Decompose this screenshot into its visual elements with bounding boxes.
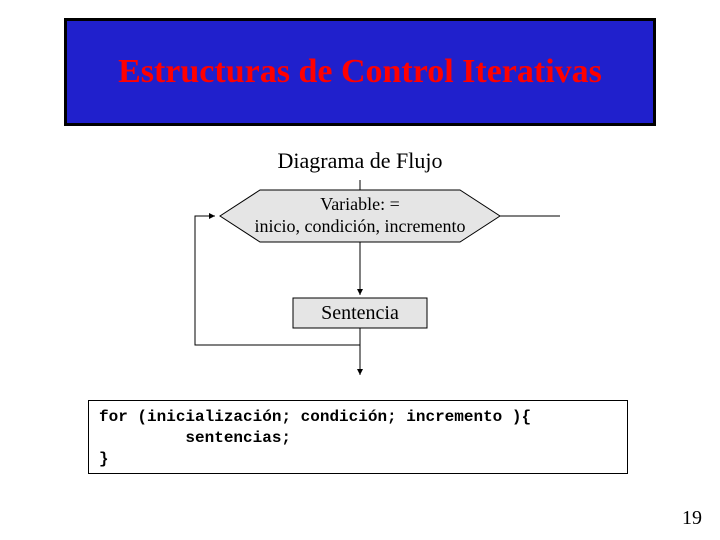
statement-text: Sentencia — [321, 302, 399, 324]
slide-title: Estructuras de Control Iterativas — [118, 52, 602, 91]
code-line3: } — [99, 450, 109, 468]
hex-line2: inicio, condición, incremento — [255, 216, 466, 236]
hex-line1: Variable: = — [320, 194, 400, 214]
subtitle: Diagrama de Flujo — [0, 148, 720, 174]
code-line1-rest: (inicialización; condición; incremento )… — [128, 408, 531, 426]
code-keyword: for — [99, 408, 128, 426]
flowchart: Variable: = inicio, condición, increment… — [0, 180, 720, 395]
title-banner: Estructuras de Control Iterativas — [64, 18, 656, 126]
flowchart-svg: Variable: = inicio, condición, increment… — [0, 180, 720, 395]
code-example: for (inicialización; condición; incremen… — [88, 400, 628, 474]
page-number: 19 — [682, 507, 702, 530]
code-line2: sentencias; — [99, 429, 291, 447]
